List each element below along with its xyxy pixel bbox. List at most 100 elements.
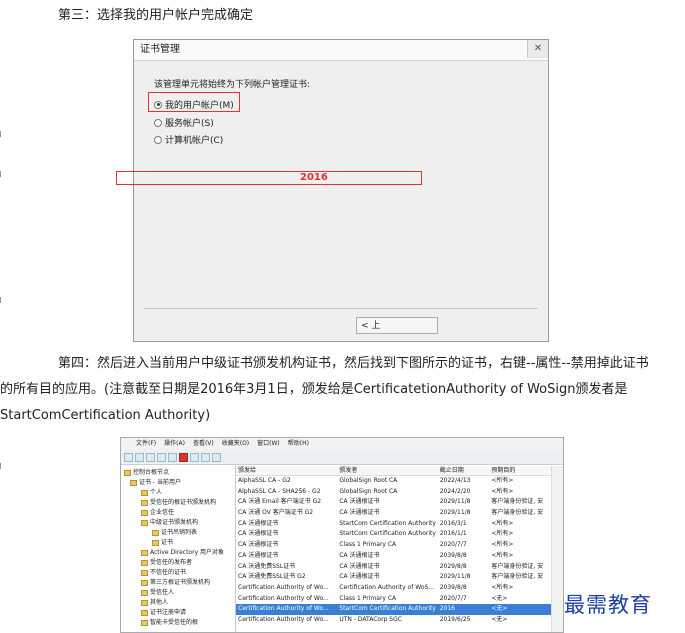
step4-text: 第四：然后进入当前用户中级证书颁发机构证书，然后找到下图所示的证书，右键--属性… (0, 351, 685, 429)
close-icon: ✕ (527, 40, 548, 58)
radio-label: 服务帐户(S) (165, 119, 214, 129)
table-cell: CA 沃通免费SSL证书 (238, 562, 296, 570)
mmc-certificates-screenshot: 文件(F) 操作(A) 查看(V) 收藏夹(O) 窗口(W) 帮助(H) 控制台… (120, 437, 564, 633)
tree-node: Active Directory 用户对象 (141, 548, 224, 557)
table-cell: 2022/4/13 (439, 477, 471, 484)
table-cell: Certification Authority of Wo... (238, 583, 329, 591)
scrollbar (551, 466, 563, 632)
table-cell: Class 1 Primary CA (339, 541, 397, 549)
table-cell: 2029/11/8 (439, 573, 471, 581)
back-button: < 上 (356, 317, 438, 334)
margin-mark (0, 131, 4, 137)
copy-icon (168, 452, 177, 462)
dialog-title: 证书管理 (134, 40, 548, 61)
table-cell: 2039/8/8 (439, 583, 467, 591)
table-cell: <所有> (491, 487, 514, 495)
tree-toggle-icon (157, 452, 166, 462)
table-cell: 2024/2/20 (439, 487, 471, 495)
col-purposes: 预期目的 (491, 467, 516, 474)
table-cell: CA 沃通根证书 (238, 519, 279, 527)
table-cell: <所有> (491, 583, 514, 591)
menu-item: 操作(A) (164, 440, 185, 447)
table-cell: CA 沃通根证书 (238, 551, 279, 559)
margin-mark (0, 463, 4, 469)
back-arrow-icon (124, 452, 133, 462)
table-cell: CA 沃通 OV 客户端证书 G2 (238, 509, 314, 517)
table-cell: 2016/3/1 (439, 519, 467, 527)
table-cell: GlobalSign Root CA (339, 487, 398, 495)
highlight-box (116, 171, 422, 185)
table-cell: CA 沃通根证书 (339, 551, 380, 559)
radio-icon (154, 135, 162, 144)
divider (144, 308, 538, 309)
table-cell: <无> (491, 605, 508, 613)
menu-item: 帮助(H) (287, 440, 309, 447)
table-cell: CA 沃通根证书 (339, 562, 380, 570)
radio-computer-account: 计算机帐户(C) (154, 133, 223, 146)
tree-node: 证书 - 当前用户 (130, 478, 181, 487)
table-cell: AlphaSSL CA - SHA256 - G2 (238, 487, 321, 495)
table-cell: 2029/8/8 (439, 562, 467, 570)
radio-service-account: 服务帐户(S) (154, 116, 214, 129)
table-cell: 2016/1/1 (439, 530, 467, 538)
table-cell: Certification Authority of Wo... (238, 605, 329, 613)
menu-item: 查看(V) (192, 440, 214, 447)
table-cell: UTN - DATACorp SGC (339, 615, 402, 623)
table-cell: 客户端身份验证, 安 (491, 509, 544, 517)
table-row: AlphaSSL CA - G2 GlobalSign Root CA 2022/4… (236, 476, 551, 487)
menu-item: 窗口(W) (257, 440, 280, 447)
table-row: Certification Authority of Wo... Certific… (236, 583, 551, 594)
menu-item: 文件(F) (136, 440, 157, 447)
table-cell: 客户端身份验证, 安 (491, 498, 544, 506)
table-row: CA 沃通根证书 StartCom Certification Authority… (236, 529, 551, 540)
tree-node: 控制台根节点 (124, 468, 169, 477)
table-cell: <无> (491, 615, 508, 623)
table-cell: 2029/11/8 (439, 509, 471, 517)
table-cell: 2020/7/7 (439, 594, 467, 602)
forward-arrow-icon (135, 452, 144, 462)
table-row: Certification Authority of Wo... UTN - DA… (236, 615, 551, 626)
tree-node: 不信任的证书 (141, 568, 186, 577)
table-cell: <所有> (491, 551, 514, 559)
table-cell: GlobalSign Root CA (339, 477, 398, 484)
tree-node: 受信任的根证书颁发机构 (141, 498, 216, 507)
table-cell: <所有> (491, 541, 514, 549)
certificate-list: 颁发给 颁发者 截止日期 预期目的 AlphaSSL CA - G2 Global… (236, 466, 551, 632)
margin-mark (0, 297, 4, 303)
cert-manager-dialog-screenshot: 证书管理 ✕ 该管理单元将始终为下列帐户管理证书: 我的用户帐户(M) 服务帐户… (133, 39, 549, 342)
radio-icon (154, 118, 162, 127)
table-cell: CA 沃通根证书 (238, 541, 279, 549)
tree-node: 受信任的发布者 (141, 558, 192, 567)
table-cell: 客户端身份验证, 安 (491, 573, 544, 581)
margin-mark (0, 171, 4, 177)
table-row: CA 沃通根证书 Class 1 Primary CA 2020/7/7 <所有> (236, 540, 551, 551)
table-cell: <无> (491, 594, 508, 602)
tree-node: 中级证书颁发机构 (141, 518, 198, 527)
refresh-icon (190, 452, 199, 462)
table-row: Certification Authority of Wo... StartCom… (236, 604, 551, 615)
list-rows: AlphaSSL CA - G2 GlobalSign Root CA 2022/4… (236, 476, 551, 626)
col-issued-by: 颁发者 (339, 467, 358, 474)
table-cell: AlphaSSL CA - G2 (238, 477, 291, 484)
step4-rest: 的所有目的应用。(注意截至日期是2016年3月1日，颁发给是Certificat… (0, 382, 628, 423)
table-row: AlphaSSL CA - SHA256 - G2 GlobalSign Root… (236, 487, 551, 498)
table-cell: Certification Authority of WoS... (339, 583, 435, 591)
table-cell: <所有> (491, 477, 514, 484)
table-cell: CA 沃通根证书 (339, 573, 380, 581)
table-cell: StartCom Certification Authority (339, 605, 436, 613)
step4-line1: 第四：然后进入当前用户中级证书颁发机构证书，然后找到下图所示的证书，右键--属性… (58, 356, 649, 371)
tree-node: 证书吊销列表 (152, 528, 197, 537)
table-cell: Certification Authority of Wo... (238, 615, 329, 623)
delete-icon (179, 452, 188, 462)
col-issued-to: 颁发给 (238, 467, 257, 474)
menu-item: 收藏夹(O) (221, 440, 250, 447)
table-cell: 2039/8/8 (439, 551, 467, 559)
table-row: CA 沃通 Email 客户端证书 G2 CA 沃通根证书 2029/11/8 客户端… (236, 497, 551, 508)
table-cell: 客户端身份验证, 安 (491, 562, 544, 570)
col-expiry: 截止日期 (439, 467, 464, 474)
mmc-menubar: 文件(F) 操作(A) 查看(V) 收藏夹(O) 窗口(W) 帮助(H) (121, 438, 563, 450)
table-row: CA 沃通根证书 StartCom Certification Authority… (236, 519, 551, 530)
table-cell: StartCom Certification Authority (339, 519, 436, 527)
tree-node: 受信任人 (141, 588, 174, 597)
tree-node: 证书 (152, 538, 173, 547)
